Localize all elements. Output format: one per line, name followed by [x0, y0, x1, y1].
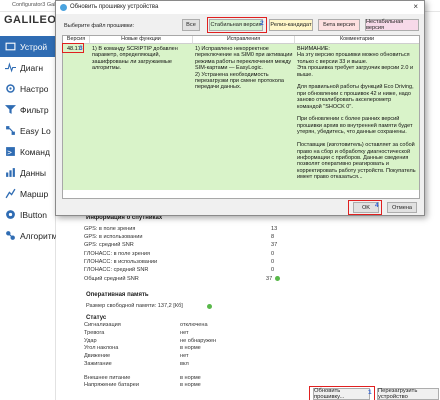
- cell-features: 1) В команду SCRIPTIP добавлен параметр,…: [92, 46, 180, 72]
- sidebar-item-label: IButton: [20, 209, 47, 220]
- column-header-comments: Комментарии: [295, 36, 419, 44]
- sidebar-item-label: Маршр: [20, 188, 49, 199]
- sidebar-item-label: Настро: [20, 83, 49, 94]
- dialog-title-bar: Обновить прошивку устройства ×: [56, 1, 424, 14]
- filter-rc-button[interactable]: Релиз-кандидат: [269, 19, 313, 31]
- filter-beta-button[interactable]: Бета версия: [318, 19, 360, 31]
- step-number-4: 4: [375, 202, 379, 209]
- memory-header: Оперативная память: [86, 292, 149, 298]
- device-icon: [5, 42, 16, 51]
- snr-status-dot: [275, 276, 280, 281]
- restart-device-button[interactable]: Перезагрузить устройство: [377, 388, 439, 400]
- info-row: ГЛОНАСС: средний SNR 0: [84, 267, 275, 273]
- sidebar-item-device[interactable]: Устрой: [0, 36, 56, 57]
- filter-all-button[interactable]: Все: [182, 19, 200, 31]
- column-header-features: Новые функции: [90, 36, 193, 44]
- filter-icon: [5, 105, 16, 114]
- sidebar-item-algorithms[interactable]: Алгоритмы: [0, 225, 56, 246]
- cancel-button[interactable]: Отмена: [387, 202, 417, 213]
- info-row: GPS: средний SNR 37: [84, 242, 278, 248]
- column-header-fixes: Исправления: [193, 36, 295, 44]
- easy-logic-icon: [6, 126, 15, 135]
- gear-icon: [60, 4, 67, 11]
- info-row: Зажигание вкл: [84, 361, 189, 367]
- filter-unstable-button[interactable]: Нестабильная версия: [365, 19, 419, 31]
- info-row: Общий средний SNR 37: [84, 276, 280, 285]
- route-icon: [5, 188, 16, 199]
- sidebar-item-label: Диагн: [20, 62, 44, 73]
- sidebar-item-easy-logic[interactable]: Easy Lo: [0, 120, 56, 141]
- step-number-2: 2: [260, 20, 264, 27]
- diagnostics-icon: [5, 62, 16, 73]
- update-firmware-dialog: Обновить прошивку устройства × Выберите …: [55, 0, 425, 216]
- sidebar-item-diagnostics[interactable]: Диагн: [0, 57, 56, 78]
- select-file-label: Выберите файл прошивки:: [64, 23, 135, 29]
- sidebar-item-commands[interactable]: > Команд: [0, 141, 56, 162]
- svg-text:>: >: [7, 148, 12, 157]
- sidebar-item-route[interactable]: Маршр: [0, 183, 56, 204]
- sidebar: Устрой Диагн Настро Фильтр Easy Lo > Ком…: [0, 32, 56, 400]
- highlight-box-update: [309, 386, 375, 400]
- sidebar-item-label: Алгоритмы: [20, 230, 56, 241]
- algorithms-icon: [6, 231, 15, 240]
- step-number-1: 1: [368, 389, 372, 396]
- memory-status-dot: [207, 304, 212, 309]
- cell-comments: ВНИМАНИЕ: На эту версию прошивки можно о…: [297, 46, 416, 181]
- highlight-box-stable: [207, 17, 267, 33]
- app-logo: GALILEO: [4, 14, 57, 26]
- data-icon: [6, 168, 15, 177]
- sidebar-item-filters[interactable]: Фильтр: [0, 99, 56, 120]
- ibutton-icon: [6, 210, 15, 219]
- close-icon[interactable]: ×: [413, 2, 418, 11]
- status-header: Статус: [86, 315, 107, 321]
- sidebar-item-data[interactable]: Данны: [0, 162, 56, 183]
- firmware-table: Версия Новые функции Исправления Коммент…: [62, 35, 420, 199]
- table-row[interactable]: 48.17 1) В команду SCRIPTIP добавлен пар…: [63, 44, 419, 190]
- sidebar-item-settings[interactable]: Настро: [0, 78, 56, 99]
- memory-row: Размер свободной памяти: 137,2 [Кб]: [86, 303, 286, 312]
- commands-icon: >: [6, 147, 15, 157]
- cell-fixes: 1) Исправлено некорректное переключение …: [195, 46, 293, 91]
- sidebar-item-label: Фильтр: [20, 104, 49, 115]
- settings-icon: [6, 84, 15, 93]
- info-row: Напряжение батареи в норме: [84, 382, 201, 388]
- sidebar-item-label: Устрой: [20, 41, 48, 52]
- sidebar-item-ibutton[interactable]: IButton: [0, 204, 56, 225]
- step-number-3: 3: [79, 45, 83, 52]
- sidebar-item-label: Данны: [20, 167, 46, 178]
- sidebar-item-label: Easy Lo: [20, 125, 51, 136]
- dialog-title: Обновить прошивку устройства: [70, 4, 159, 10]
- sidebar-item-label: Команд: [20, 146, 50, 157]
